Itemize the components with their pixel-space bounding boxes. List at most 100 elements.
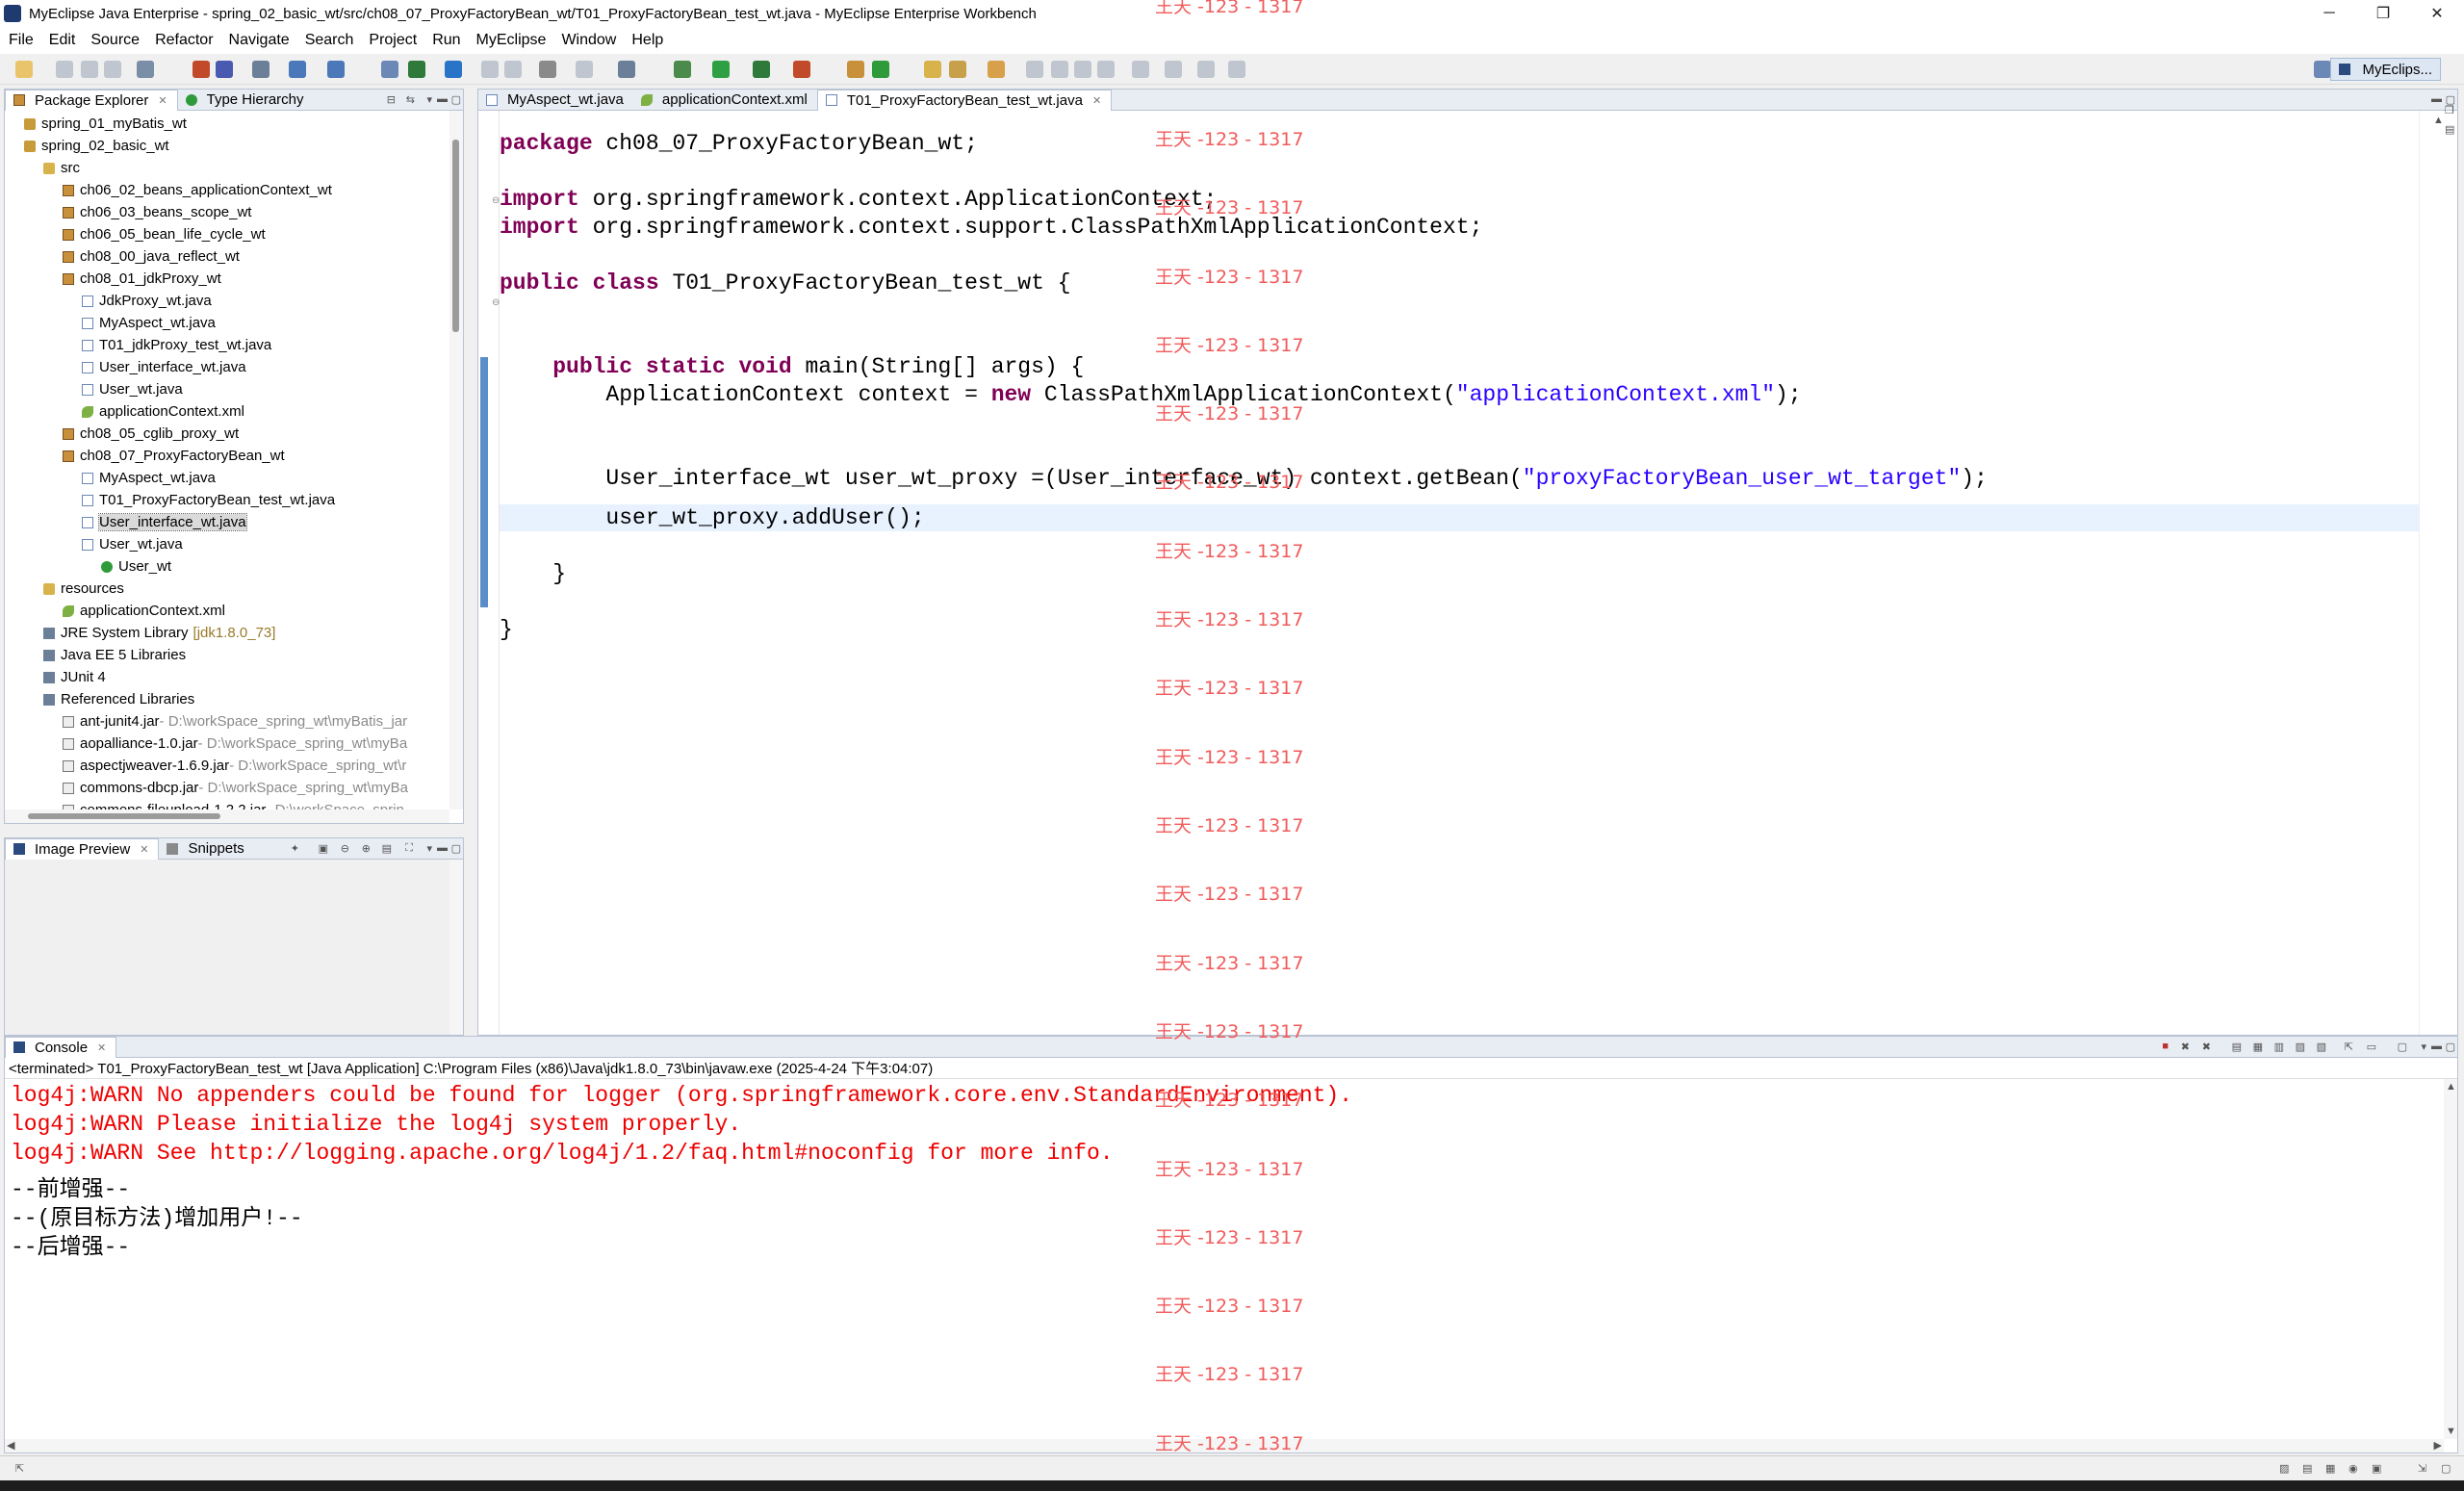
scroll-down-icon[interactable]: ▼ bbox=[2446, 1426, 2456, 1437]
zoom-in-icon[interactable]: ⊕ bbox=[362, 842, 371, 855]
tree-item-package[interactable]: ch08_01_jdkProxy_wt bbox=[63, 268, 221, 290]
web-icon[interactable] bbox=[289, 61, 306, 78]
tree-item-project[interactable]: spring_02_basic_wt bbox=[24, 135, 169, 157]
outline-icon[interactable]: ▤ bbox=[2445, 123, 2454, 136]
scroll-up-icon[interactable]: ▲ bbox=[2446, 1081, 2456, 1093]
open-type-icon[interactable] bbox=[137, 61, 154, 78]
show-console-stdout-icon[interactable]: ▨ bbox=[2296, 1041, 2305, 1053]
close-tab-icon[interactable]: ✕ bbox=[158, 94, 167, 107]
save-all-icon[interactable] bbox=[81, 61, 98, 78]
package-explorer-vscrollbar[interactable] bbox=[449, 111, 463, 810]
tree-item-jar[interactable]: aopalliance-1.0.jar - D:\workSpace_sprin… bbox=[63, 733, 407, 755]
code-editor[interactable]: package ch08_07_ProxyFactoryBean_wt; imp… bbox=[500, 111, 2419, 1035]
myeclipse-perspective-button[interactable]: MyEclips... bbox=[2330, 58, 2441, 81]
save-icon[interactable] bbox=[56, 61, 73, 78]
remove-all-icon[interactable]: ✖ bbox=[2202, 1041, 2211, 1053]
search-icon[interactable] bbox=[949, 61, 966, 78]
show-console-stderr-icon[interactable]: ▧ bbox=[2317, 1041, 2326, 1053]
close-tab-icon[interactable]: ✕ bbox=[140, 843, 148, 856]
tree-item-project[interactable]: spring_01_myBatis_wt bbox=[24, 113, 187, 135]
tree-item-jar[interactable]: commons-fileupload-1.2.2.jar - D:\workSp… bbox=[63, 799, 404, 810]
tree-item-package[interactable]: ch06_03_beans_scope_wt bbox=[63, 201, 251, 223]
open-folder-icon[interactable] bbox=[924, 61, 941, 78]
tab-package-explorer[interactable]: Package Explorer ✕ bbox=[5, 89, 178, 111]
tree-item-library[interactable]: Java EE 5 Libraries bbox=[43, 644, 186, 666]
tree-item-java-file[interactable]: T01_ProxyFactoryBean_test_wt.java bbox=[82, 489, 335, 511]
tree-item-package[interactable]: ch08_05_cglib_proxy_wt bbox=[63, 423, 239, 445]
close-button[interactable]: ✕ bbox=[2410, 0, 2464, 27]
minimize-view-icon[interactable]: ▬ bbox=[437, 93, 448, 105]
fast-view-icon[interactable]: ⇱ bbox=[15, 1462, 24, 1475]
console-vscrollbar[interactable]: ▲ ▼ bbox=[2444, 1079, 2457, 1439]
menu-myeclipse[interactable]: MyEclipse bbox=[476, 32, 547, 49]
image-preview-vscrollbar[interactable] bbox=[449, 860, 463, 1035]
maximize-view-icon[interactable]: ▢ bbox=[2446, 1041, 2455, 1053]
view-menu-icon[interactable]: ▾ bbox=[426, 93, 432, 106]
external-tools-icon[interactable] bbox=[793, 61, 810, 78]
package-explorer-hscrollbar[interactable] bbox=[5, 810, 449, 823]
new-icon[interactable] bbox=[15, 61, 33, 78]
run-icon[interactable] bbox=[712, 61, 730, 78]
tree-item-java-file[interactable]: User_wt.java bbox=[82, 378, 183, 400]
collapse-all-icon[interactable]: ⊟ bbox=[387, 93, 396, 106]
tree-item-library[interactable]: JUnit 4 bbox=[43, 666, 106, 688]
tree-item-java-file-selected[interactable]: User_interface_wt.java bbox=[82, 511, 247, 533]
status-icon-b[interactable]: ▤ bbox=[2302, 1462, 2312, 1475]
tree-item-jar[interactable]: commons-dbcp.jar - D:\workSpace_spring_w… bbox=[63, 777, 408, 799]
tree-item-jar[interactable]: ant-junit4.jar - D:\workSpace_spring_wt\… bbox=[63, 710, 407, 733]
status-icon-c[interactable]: ▦ bbox=[2325, 1462, 2335, 1475]
scroll-thumb[interactable] bbox=[28, 813, 220, 819]
prev-annotation-icon[interactable] bbox=[1165, 61, 1182, 78]
restore-icon[interactable]: ❐ bbox=[2445, 104, 2454, 116]
display-console-icon[interactable]: ▭ bbox=[2367, 1041, 2376, 1053]
new-java-package-icon[interactable] bbox=[847, 61, 864, 78]
fullscreen-icon[interactable]: ⛶ bbox=[405, 842, 413, 855]
tab-type-hierarchy[interactable]: Type Hierarchy bbox=[178, 90, 314, 111]
clear-console-icon[interactable]: ▤ bbox=[2232, 1041, 2242, 1053]
build-icon[interactable] bbox=[539, 61, 556, 78]
run-profile-icon[interactable] bbox=[753, 61, 770, 78]
menu-file[interactable]: File bbox=[9, 32, 34, 49]
view-menu-icon[interactable]: ▾ bbox=[2421, 1041, 2426, 1053]
browser-icon[interactable] bbox=[327, 61, 345, 78]
globe-icon[interactable] bbox=[445, 61, 462, 78]
maximize-button[interactable]: ❐ bbox=[2356, 0, 2410, 27]
next-annotation-icon[interactable] bbox=[1132, 61, 1149, 78]
scroll-thumb[interactable] bbox=[452, 140, 459, 332]
menu-project[interactable]: Project bbox=[369, 32, 417, 49]
tree-item-library[interactable]: JRE System Library [jdk1.8.0_73] bbox=[43, 622, 275, 644]
pencil-icon[interactable] bbox=[1051, 61, 1068, 78]
pin-icon[interactable]: ✦ bbox=[291, 842, 299, 855]
tab-image-preview[interactable]: Image Preview ✕ bbox=[5, 837, 160, 860]
tree-item-jar[interactable]: aspectjweaver-1.6.9.jar - D:\workSpace_s… bbox=[63, 755, 406, 777]
menu-edit[interactable]: Edit bbox=[49, 32, 76, 49]
tree-item-java-file[interactable]: User_wt.java bbox=[82, 533, 183, 555]
tree-item-source-folder[interactable]: resources bbox=[43, 578, 124, 600]
scroll-lock-icon[interactable]: ▦ bbox=[2253, 1041, 2263, 1053]
tab-snippets[interactable]: Snippets bbox=[159, 838, 253, 860]
refresh-icon[interactable] bbox=[408, 61, 425, 78]
tree-item-java-file[interactable]: T01_jdkProxy_test_wt.java bbox=[82, 334, 271, 356]
word-wrap-icon[interactable]: ▥ bbox=[2274, 1041, 2284, 1053]
tree-item-java-file[interactable]: MyAspect_wt.java bbox=[82, 312, 216, 334]
task-icon[interactable] bbox=[988, 61, 1005, 78]
tree-item-xml-file[interactable]: applicationContext.xml bbox=[82, 400, 244, 423]
scroll-left-icon[interactable]: ◀ bbox=[7, 1439, 14, 1452]
status-icon-a[interactable]: ▨ bbox=[2279, 1462, 2289, 1475]
tree-item-package[interactable]: ch08_00_java_reflect_wt bbox=[63, 245, 240, 268]
close-tab-icon[interactable]: ✕ bbox=[97, 1041, 106, 1054]
tree-item-package[interactable]: ch08_07_ProxyFactoryBean_wt bbox=[63, 445, 285, 467]
status-icon-d[interactable]: ◉ bbox=[2348, 1462, 2358, 1475]
tree-item-package[interactable]: ch06_05_bean_life_cycle_wt bbox=[63, 223, 266, 245]
menu-help[interactable]: Help bbox=[631, 32, 663, 49]
tree-item-xml-file[interactable]: applicationContext.xml bbox=[63, 600, 225, 622]
nav-back-icon[interactable] bbox=[1228, 61, 1245, 78]
maximize-view-icon[interactable]: ▢ bbox=[451, 93, 461, 106]
actual-size-icon[interactable]: ▤ bbox=[382, 842, 392, 855]
toggle-mark-icon[interactable] bbox=[1074, 61, 1091, 78]
tree-item-java-file[interactable]: JdkProxy_wt.java bbox=[82, 290, 212, 312]
debug-icon[interactable] bbox=[674, 61, 691, 78]
menu-navigate[interactable]: Navigate bbox=[229, 32, 290, 49]
last-edit-icon[interactable] bbox=[1197, 61, 1215, 78]
remove-launch-icon[interactable]: ✖ bbox=[2181, 1041, 2190, 1053]
